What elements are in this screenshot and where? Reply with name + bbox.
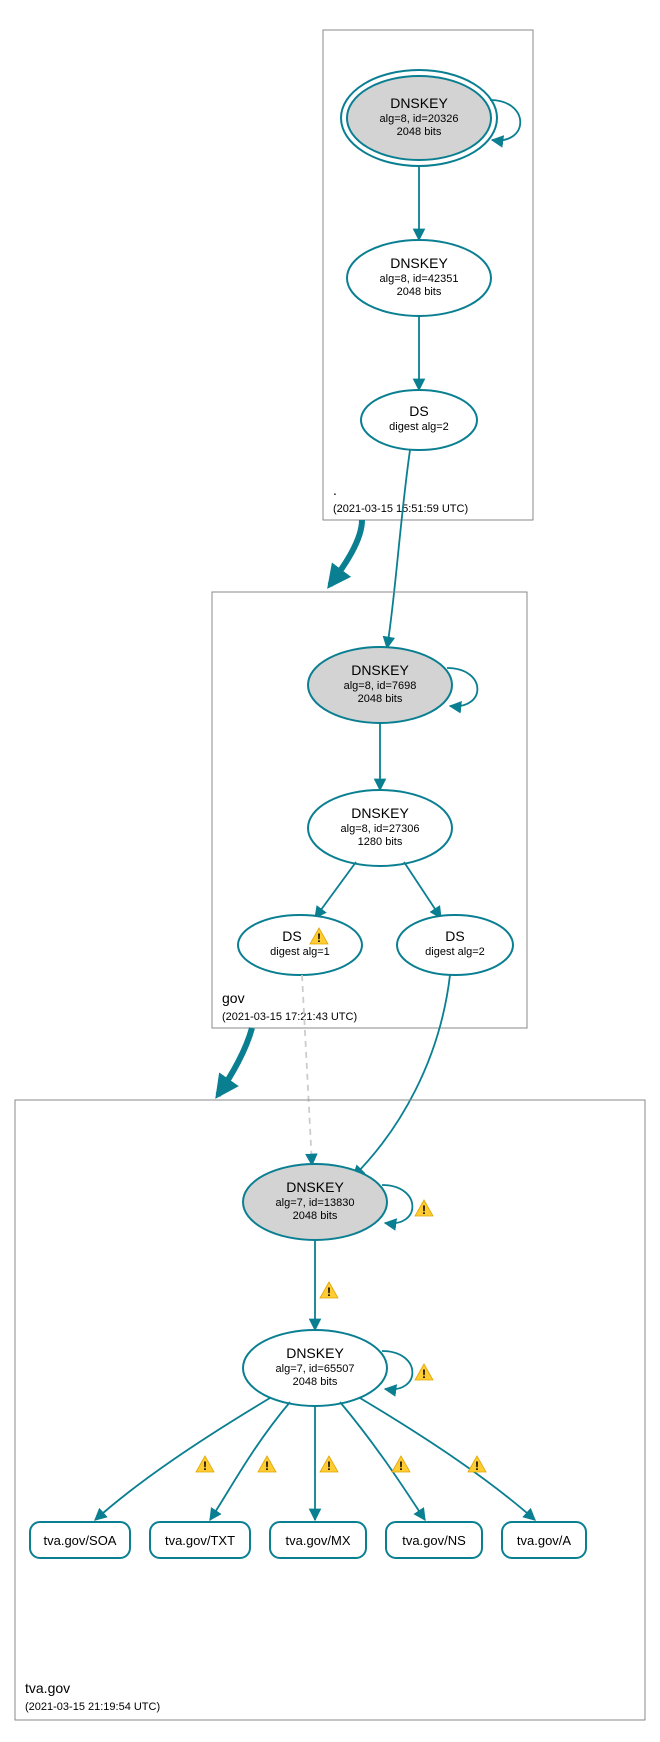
svg-text:DS: DS: [409, 403, 428, 419]
svg-text:alg=8, id=42351: alg=8, id=42351: [380, 273, 459, 285]
warning-icon: [320, 1456, 338, 1473]
svg-text:2048 bits: 2048 bits: [293, 1376, 338, 1388]
svg-text:alg=8, id=27306: alg=8, id=27306: [341, 823, 420, 835]
tva-dnskey-zsk: DNSKEY alg=7, id=65507 2048 bits: [243, 1330, 433, 1406]
svg-text:DNSKEY: DNSKEY: [286, 1179, 344, 1195]
svg-text:alg=8, id=20326: alg=8, id=20326: [380, 113, 459, 125]
zone-gov: gov (2021-03-15 17:21:43 UTC) DNSKEY alg…: [212, 592, 527, 1028]
svg-text:tva.gov/SOA: tva.gov/SOA: [44, 1533, 117, 1548]
svg-text:tva.gov/TXT: tva.gov/TXT: [165, 1533, 235, 1548]
svg-text:tva.gov/A: tva.gov/A: [517, 1533, 572, 1548]
svg-text:DNSKEY: DNSKEY: [351, 805, 409, 821]
zone-arrow-gov-tva: [218, 1028, 252, 1095]
svg-text:2048 bits: 2048 bits: [397, 126, 442, 138]
svg-text:alg=7, id=13830: alg=7, id=13830: [276, 1197, 355, 1209]
zone-root-name: .: [333, 482, 337, 498]
warning-icon: [415, 1364, 433, 1381]
svg-text:digest alg=2: digest alg=2: [389, 421, 449, 433]
edge-root-ds-to-gov-ksk: [387, 450, 410, 648]
zone-tva: tva.gov (2021-03-15 21:19:54 UTC) DNSKEY…: [15, 1100, 645, 1720]
gov-dnskey-ksk: DNSKEY alg=8, id=7698 2048 bits: [308, 647, 477, 723]
warning-icon: [320, 1282, 338, 1299]
gov-ds-alg2: DS digest alg=2: [397, 915, 513, 975]
svg-text:DNSKEY: DNSKEY: [286, 1345, 344, 1361]
svg-text:DNSKEY: DNSKEY: [390, 95, 448, 111]
root-dnskey-ksk: DNSKEY alg=8, id=20326 2048 bits: [341, 70, 520, 166]
zone-gov-timestamp: (2021-03-15 17:21:43 UTC): [222, 1011, 357, 1023]
record-ns: tva.gov/NS: [386, 1522, 482, 1558]
warning-icon: [196, 1456, 214, 1473]
svg-text:DNSKEY: DNSKEY: [390, 255, 448, 271]
warning-icon: [415, 1200, 433, 1217]
svg-text:DS: DS: [445, 928, 464, 944]
svg-text:digest alg=1: digest alg=1: [270, 946, 330, 958]
svg-text:alg=8, id=7698: alg=8, id=7698: [344, 680, 417, 692]
svg-text:2048 bits: 2048 bits: [293, 1210, 338, 1222]
svg-text:tva.gov/MX: tva.gov/MX: [285, 1533, 350, 1548]
record-txt: tva.gov/TXT: [150, 1522, 250, 1558]
gov-ds-alg1: DS digest alg=1: [238, 915, 362, 975]
svg-text:digest alg=2: digest alg=2: [425, 946, 485, 958]
svg-text:DNSKEY: DNSKEY: [351, 662, 409, 678]
dnssec-graph: ! . (2021-03-15 15:51:59 UTC) DNSKEY alg…: [0, 0, 660, 1742]
record-mx: tva.gov/MX: [270, 1522, 366, 1558]
zone-gov-name: gov: [222, 990, 245, 1006]
edge-gov-ds2-to-tva-ksk: [353, 975, 450, 1177]
root-ds: DS digest alg=2: [361, 390, 477, 450]
zone-arrow-root-gov: [330, 520, 362, 585]
zone-tva-timestamp: (2021-03-15 21:19:54 UTC): [25, 1701, 160, 1713]
warning-icon: [258, 1456, 276, 1473]
record-a: tva.gov/A: [502, 1522, 586, 1558]
svg-text:2048 bits: 2048 bits: [397, 286, 442, 298]
svg-text:tva.gov/NS: tva.gov/NS: [402, 1533, 466, 1548]
zone-tva-name: tva.gov: [25, 1680, 70, 1696]
warning-icon: [468, 1456, 486, 1473]
gov-dnskey-zsk: DNSKEY alg=8, id=27306 1280 bits: [308, 790, 452, 866]
root-dnskey-zsk: DNSKEY alg=8, id=42351 2048 bits: [347, 240, 491, 316]
tva-dnskey-ksk: DNSKEY alg=7, id=13830 2048 bits: [243, 1164, 433, 1240]
warning-icon: [392, 1456, 410, 1473]
zone-root-timestamp: (2021-03-15 15:51:59 UTC): [333, 503, 468, 515]
svg-text:1280 bits: 1280 bits: [358, 836, 403, 848]
svg-text:2048 bits: 2048 bits: [358, 693, 403, 705]
svg-text:DS: DS: [282, 928, 301, 944]
record-soa: tva.gov/SOA: [30, 1522, 130, 1558]
svg-text:alg=7, id=65507: alg=7, id=65507: [276, 1363, 355, 1375]
edge-gov-ds1-to-tva-ksk: [302, 975, 312, 1165]
zone-root: . (2021-03-15 15:51:59 UTC) DNSKEY alg=8…: [323, 30, 533, 520]
